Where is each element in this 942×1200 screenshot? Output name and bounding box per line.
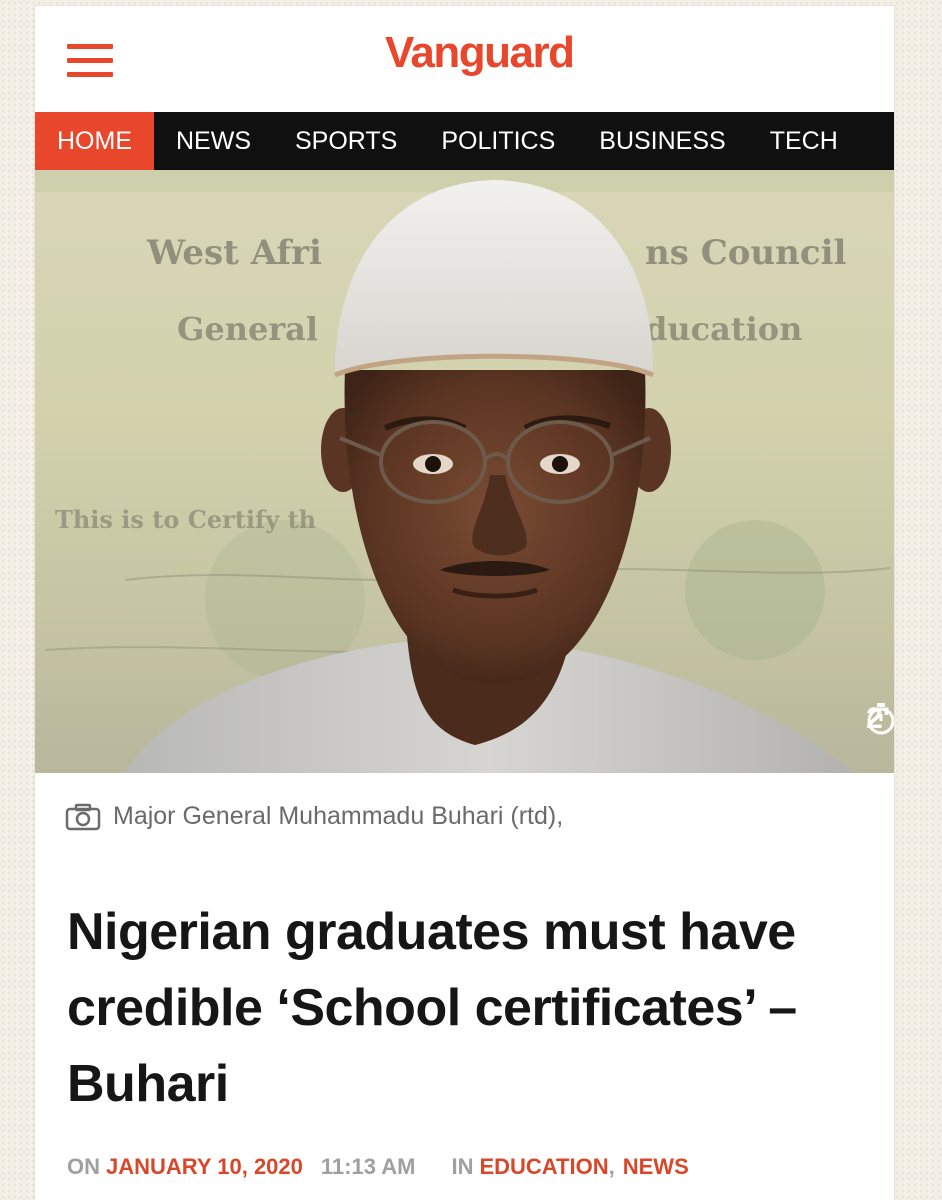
camera-icon: [65, 803, 101, 830]
publish-date[interactable]: JANUARY 10, 2020: [106, 1154, 303, 1180]
nav-item-politics[interactable]: POLITICS: [419, 112, 577, 170]
certificate-text-line-1: West Afri: [146, 233, 322, 273]
certificate-text-line-5: This is to Certify th: [55, 505, 316, 534]
image-caption: Major General Muhammadu Buhari (rtd),: [65, 802, 563, 831]
article-meta: ON JANUARY 10, 2020 11:13 AM IN EDUCATIO…: [67, 1154, 689, 1180]
nav-item-business[interactable]: BUSINESS: [577, 112, 747, 170]
nav-item-sports[interactable]: SPORTS: [273, 112, 419, 170]
nav-item-news[interactable]: NEWS: [154, 112, 273, 170]
caption-text: Major General Muhammadu Buhari (rtd),: [113, 802, 564, 830]
nav-item-home[interactable]: HOME: [35, 112, 154, 170]
certificate-text-line-2: ns Council: [645, 233, 846, 273]
top-header: Vanguard: [35, 6, 894, 112]
certificate-text-line-3: General: [177, 310, 318, 348]
stopwatch-icon: [867, 703, 894, 735]
main-nav: HOME NEWS SPORTS POLITICS BUSINESS TECH: [35, 112, 894, 170]
on-label: ON: [67, 1154, 100, 1179]
category-link-news[interactable]: NEWS: [623, 1154, 689, 1180]
hero-illustration: West Afri ns Council General ducation Th…: [35, 170, 894, 773]
category-separator: ,: [608, 1154, 615, 1179]
site-logo[interactable]: Vanguard: [385, 28, 575, 78]
publish-time: 11:13 AM: [320, 1154, 416, 1179]
hero-image[interactable]: West Afri ns Council General ducation Th…: [35, 170, 894, 773]
in-label: IN: [451, 1154, 474, 1179]
read-time-badge: 2': [866, 702, 894, 736]
article-headline: Nigerian graduates must have credible ‘S…: [67, 903, 797, 1113]
category-link-education[interactable]: EDUCATION: [479, 1154, 608, 1180]
article-page: Vanguard HOME NEWS SPORTS POLITICS BUSIN…: [35, 6, 894, 1200]
hamburger-menu-icon[interactable]: [67, 44, 113, 78]
nav-item-tech[interactable]: TECH: [748, 112, 860, 170]
certificate-text-line-4: ducation: [645, 310, 802, 348]
